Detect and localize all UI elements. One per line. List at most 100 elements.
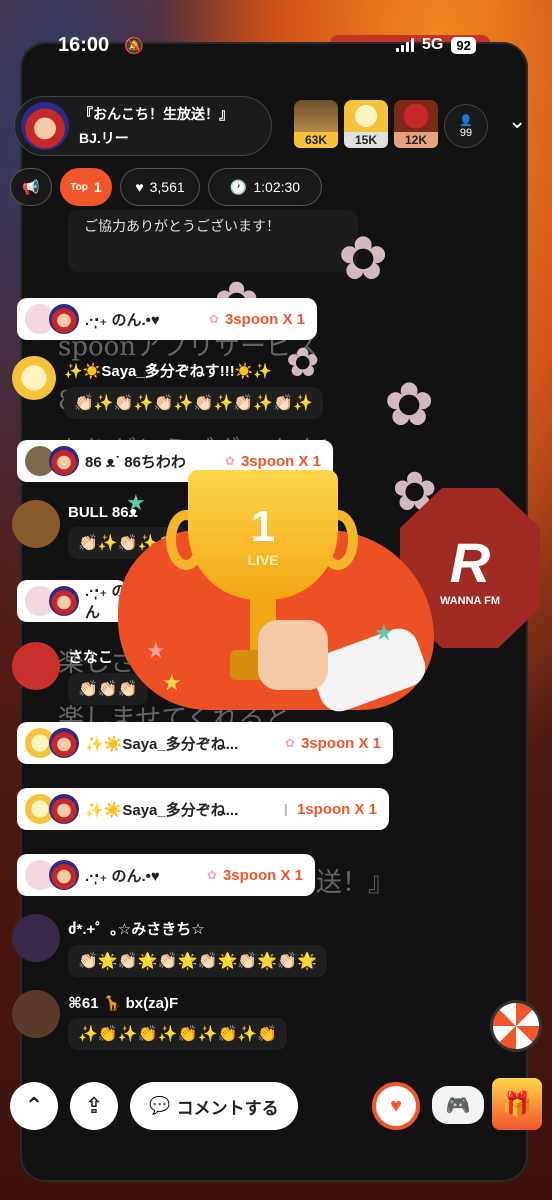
mute-bell-icon: 🔕 bbox=[124, 38, 144, 55]
star-icon: ★ bbox=[374, 620, 394, 645]
avatar-pair bbox=[25, 860, 79, 890]
top-listeners[interactable]: 63K 15K 12K bbox=[294, 100, 438, 148]
gift-amount-text: 3spoon X 1 bbox=[224, 310, 305, 328]
gift-message: ✨☀️Saya_多分ぞね... ❙ 1spoon X 1 bbox=[17, 788, 389, 830]
gift-message: .·‧̩̩₊ のん bbox=[17, 580, 127, 622]
person-icon: 👤 bbox=[459, 114, 473, 127]
host-name: BJ.リー bbox=[79, 130, 129, 146]
comment-button[interactable]: 💬 コメントする bbox=[130, 1082, 298, 1130]
chat-message: ✨☀️Saya_多分ぞねす!!!☀️✨ 👏🏻✨👏🏻✨👏🏻✨👏🏻✨👏🏻✨👏🏻✨ bbox=[12, 356, 324, 419]
top-listener-2[interactable]: 15K bbox=[344, 100, 388, 148]
sender-avatar[interactable] bbox=[12, 500, 60, 548]
listener-avatar bbox=[294, 100, 338, 132]
listener-count: 63K bbox=[294, 132, 338, 148]
blossom-icon: ✿ bbox=[206, 868, 217, 882]
clock-icon: 🕐 bbox=[229, 178, 248, 195]
cherry-blossom-icon: ✿ bbox=[338, 225, 389, 292]
chevron-down-icon[interactable]: ⌄ bbox=[508, 108, 526, 134]
sender-name: ⌘61 🦒 bx(za)F bbox=[68, 995, 179, 1012]
star-icon: ★ bbox=[126, 490, 146, 515]
duration: 1:02:30 bbox=[253, 179, 301, 195]
chat-message: ⌘61 🦒 bx(za)F ✨👏✨👏✨👏✨👏✨👏 bbox=[12, 990, 288, 1050]
status-time: 16:00 bbox=[58, 34, 110, 56]
chevron-up-icon: ⌃ bbox=[24, 1093, 44, 1118]
blossom-icon: ✿ bbox=[224, 454, 235, 468]
gift-button[interactable]: 🎁 bbox=[492, 1078, 542, 1130]
avatar-pair bbox=[25, 586, 79, 616]
sender-name: 86 ᴥ˙ 86ちわわ bbox=[85, 453, 186, 471]
gift-amount-text: 3spoon X 1 bbox=[300, 734, 381, 752]
avatar-pair bbox=[25, 794, 79, 824]
megaphone-icon: 📢 bbox=[22, 178, 40, 195]
gift-amount: ✿ 3spoon X 1 bbox=[285, 735, 393, 752]
toolbar: 📢 Top 1 ♥ 3,561 🕐 1:02:30 bbox=[10, 168, 322, 206]
listener-count: 15K bbox=[344, 132, 388, 148]
trophy-label: LIVE bbox=[247, 552, 279, 568]
sender-name: ✨☀️Saya_多分ぞね... bbox=[85, 735, 239, 753]
host-avatar bbox=[49, 794, 79, 824]
gift-message: .·‧̩̩₊ のん.•♥ ✿ 3spoon X 1 bbox=[17, 298, 317, 340]
gift-amount-text: 1spoon X 1 bbox=[296, 800, 377, 818]
megaphone-button[interactable]: 📢 bbox=[10, 168, 52, 206]
duration-chip: 🕐 1:02:30 bbox=[208, 168, 322, 206]
heart-icon: ♥ bbox=[135, 179, 144, 195]
sender-name: ✨☀️Saya_多分ぞねす!!!☀️✨ bbox=[64, 363, 273, 380]
star-icon: ★ bbox=[162, 670, 182, 695]
cherry-blossom-icon: ✿ bbox=[384, 371, 435, 438]
faded-text: 送！』 bbox=[316, 868, 395, 898]
host-avatar bbox=[49, 586, 79, 616]
gift-amount-text: 3spoon X 1 bbox=[222, 866, 303, 884]
heart-icon: ♥ bbox=[390, 1094, 402, 1117]
sender-avatar[interactable] bbox=[12, 642, 60, 690]
game-button[interactable]: 🎮 bbox=[432, 1086, 484, 1124]
gamepad-icon: 🎮 bbox=[445, 1094, 471, 1117]
listener-avatar bbox=[394, 100, 438, 132]
battery-icon: 92 bbox=[451, 36, 476, 54]
avatar-pair bbox=[25, 446, 79, 476]
share-icon: ⇪ bbox=[84, 1093, 104, 1118]
message-bubble: 👏🏻🌟👏🏻🌟👏🏻🌟👏🏻🌟👏🏻🌟👏🏻🌟 bbox=[68, 945, 328, 977]
status-right: 5G 92 bbox=[396, 36, 476, 54]
scroll-up-button[interactable]: ⌃ bbox=[10, 1082, 58, 1130]
message-bubble: ✨👏✨👏✨👏✨👏✨👏 bbox=[68, 1018, 288, 1050]
listener-count: 12K bbox=[394, 132, 438, 148]
sender-name: ✨☀️Saya_多分ぞね... bbox=[85, 801, 239, 819]
member-count: 99 bbox=[459, 126, 473, 139]
sender-name: ძ*.+゜｡☆みさきち☆ bbox=[68, 921, 205, 938]
system-message: ご協力ありがとうございます！ bbox=[68, 210, 358, 272]
gift-amount: ✿ 3spoon X 1 bbox=[209, 311, 317, 328]
top1-trophy-animation: 1 LIVE ★ ★ ★ bbox=[118, 470, 434, 720]
share-button[interactable]: ⇪ bbox=[70, 1082, 118, 1130]
gift-amount: ❙ 1spoon X 1 bbox=[281, 801, 389, 818]
gift-message: .·‧̩̩₊ のん.•♥ ✿ 3spoon X 1 bbox=[17, 854, 315, 896]
roulette-wheel-button[interactable] bbox=[490, 1000, 542, 1052]
message-bubble: 👏🏻✨👏🏻✨👏🏻✨👏🏻✨👏🏻✨👏🏻✨ bbox=[64, 387, 324, 419]
sender-name: .·‧̩̩₊ のん.•♥ bbox=[85, 867, 160, 885]
like-button[interactable]: ♥ bbox=[372, 1082, 420, 1130]
signal-icon bbox=[396, 38, 414, 52]
member-count-button[interactable]: 👤 99 bbox=[444, 104, 488, 148]
listener-avatar bbox=[344, 100, 388, 132]
gift-message: ✨☀️Saya_多分ぞね... ✿ 3spoon X 1 bbox=[17, 722, 393, 764]
wanna-label: WANNA FM bbox=[439, 594, 501, 607]
sender-avatar[interactable] bbox=[12, 914, 60, 962]
likes-chip[interactable]: ♥ 3,561 bbox=[120, 168, 200, 206]
gift-amount: ✿ 3spoon X 1 bbox=[207, 867, 315, 884]
trophy-icon: 1 LIVE bbox=[188, 470, 338, 600]
top-rank: 1 bbox=[93, 179, 102, 195]
top-listener-3[interactable]: 12K bbox=[394, 100, 438, 148]
blossom-icon: ✿ bbox=[208, 312, 219, 326]
wanna-logo: R bbox=[449, 530, 491, 594]
sender-avatar[interactable] bbox=[12, 990, 60, 1038]
top-listener-1[interactable]: 63K bbox=[294, 100, 338, 148]
host-avatar[interactable] bbox=[21, 102, 69, 150]
host-avatar bbox=[49, 304, 79, 334]
host-info[interactable]: 『おんこち！生放送！』 BJ.リー bbox=[14, 96, 272, 156]
gift-amount: ✿ 3spoon X 1 bbox=[225, 453, 333, 470]
blossom-icon: ✿ bbox=[284, 736, 295, 750]
sender-avatar[interactable] bbox=[12, 356, 56, 400]
top-rank-chip[interactable]: Top 1 bbox=[60, 168, 112, 206]
likes-count: 3,561 bbox=[149, 179, 185, 195]
top-label: Top bbox=[70, 181, 88, 193]
chat-message: ძ*.+゜｡☆みさきち☆ 👏🏻🌟👏🏻🌟👏🏻🌟👏🏻🌟👏🏻🌟👏🏻🌟 bbox=[12, 914, 328, 977]
